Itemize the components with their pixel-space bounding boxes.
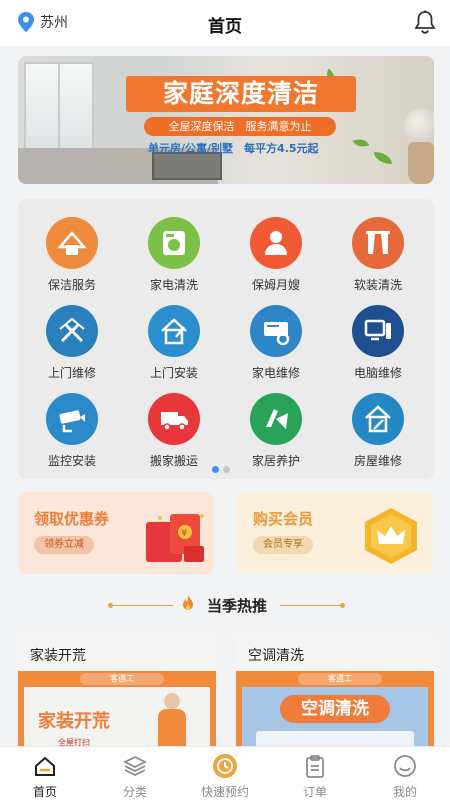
- red-envelope-icon: ¥: [146, 514, 204, 562]
- section-title: 当季热推: [207, 597, 268, 615]
- service-item-3[interactable]: 保姆月嫂: [224, 217, 328, 293]
- computer-icon: [352, 305, 404, 357]
- service-label: 电脑维修: [353, 366, 402, 380]
- service-label: 软装清洗: [353, 278, 402, 292]
- service-item-4[interactable]: 软装清洗: [326, 217, 430, 293]
- layers-icon: [122, 753, 148, 779]
- feature-card-ac-cleaning[interactable]: 空调清洗 客遇工 空调清洗: [236, 633, 434, 750]
- service-item-10[interactable]: 搬家搬运: [122, 393, 226, 469]
- appliance-repair-icon: [250, 305, 302, 357]
- banner-oven-graphic: [152, 152, 222, 180]
- page-title: 首页: [208, 17, 242, 37]
- worker-figure: [154, 693, 190, 750]
- membership-title: 购买会员: [253, 510, 314, 528]
- nanny-icon: [250, 217, 302, 269]
- install-icon: [148, 305, 200, 357]
- nav-label: 分类: [122, 785, 147, 799]
- service-label: 保洁服务: [47, 278, 96, 292]
- service-label: 上门维修: [47, 366, 96, 380]
- feature-title: 家装开荒: [30, 648, 86, 664]
- clock-icon: [212, 753, 238, 779]
- repair-tools-icon: [46, 305, 98, 357]
- feature-image: 客遇工 家装开荒 全屋打扫: [18, 671, 216, 750]
- home-icon: [32, 753, 58, 779]
- profile-icon: [392, 753, 418, 779]
- camera-icon: [46, 393, 98, 445]
- service-grid: 保洁服务 家电清洗 保姆月嫂 软装清洗上门维修 上门安装 家电维修 电脑维修监控安装 搬家搬运…: [18, 199, 434, 479]
- house-repair-icon: [352, 393, 404, 445]
- service-item-8[interactable]: 电脑维修: [326, 305, 430, 381]
- coupon-card[interactable]: 领取优惠券 领券立减 ¥: [18, 492, 214, 574]
- service-item-9[interactable]: 监控安装: [20, 393, 124, 469]
- service-item-6[interactable]: 上门安装: [122, 305, 226, 381]
- notification-bell-icon[interactable]: [414, 10, 436, 34]
- feature-card-renovation-cleaning[interactable]: 家装开荒 客遇工 家装开荒 全屋打扫: [18, 633, 216, 750]
- cleaning-icon: [46, 217, 98, 269]
- crown-badge-icon: [365, 508, 417, 564]
- feature-title: 空调清洗: [248, 648, 304, 664]
- coupon-title: 领取优惠券: [34, 510, 110, 528]
- service-item-12[interactable]: 房屋维修: [326, 393, 430, 469]
- membership-card[interactable]: 购买会员 会员专享: [237, 492, 433, 574]
- feature-image: 客遇工 空调清洗: [236, 671, 434, 750]
- truck-icon: [148, 393, 200, 445]
- service-label: 监控安装: [47, 454, 96, 468]
- service-label: 房屋维修: [353, 454, 402, 468]
- nav-label: 首页: [32, 785, 57, 799]
- banner-subtitle: 全屋深度保洁 服务满意为止: [144, 117, 336, 136]
- service-label: 家居养护: [251, 454, 300, 468]
- service-item-2[interactable]: 家电清洗: [122, 217, 226, 293]
- feature-image-text: 家装开荒: [38, 711, 110, 732]
- washer-icon: [148, 217, 200, 269]
- clipboard-icon: [302, 753, 328, 779]
- coupon-button[interactable]: 领券立减: [34, 536, 94, 554]
- nav-item-1[interactable]: 首页: [0, 753, 90, 800]
- service-item-7[interactable]: 家电维修: [224, 305, 328, 381]
- promo-banner[interactable]: 家庭深度清洁 全屋深度保洁 服务满意为止 单元房/公寓/别墅 每平方4.5元起: [18, 56, 434, 184]
- service-label: 搬家搬运: [149, 454, 198, 468]
- nav-item-2[interactable]: 分类: [90, 753, 180, 800]
- nav-label: 快速预约: [200, 785, 249, 799]
- service-label: 家电清洗: [149, 278, 198, 292]
- curtain-icon: [352, 217, 404, 269]
- section-header: 当季热推: [0, 592, 450, 618]
- feature-badge: 客遇工: [80, 673, 164, 685]
- service-label: 家电维修: [251, 366, 300, 380]
- service-item-5[interactable]: 上门维修: [20, 305, 124, 381]
- nav-item-4[interactable]: 订单: [270, 753, 360, 800]
- nav-label: 订单: [302, 785, 327, 799]
- service-label: 上门安装: [149, 366, 198, 380]
- banner-title: 家庭深度清洁: [126, 76, 356, 112]
- nav-item-3[interactable]: 快速预约: [180, 753, 270, 800]
- banner-vase-graphic: [404, 108, 434, 184]
- service-item-11[interactable]: 家居养护: [224, 393, 328, 469]
- svg-text:¥: ¥: [181, 528, 187, 539]
- banner-leaf-decoration: [374, 152, 392, 164]
- feature-image-text: 空调清洗: [280, 695, 390, 723]
- nav-item-5[interactable]: 我的: [360, 753, 450, 800]
- furniture-care-icon: [250, 393, 302, 445]
- banner-price-line: 单元房/公寓/别墅 每平方4.5元起: [148, 142, 319, 155]
- top-bar: 苏州 首页: [0, 0, 450, 46]
- service-item-1[interactable]: 保洁服务: [20, 217, 124, 293]
- bottom-nav: 首页 分类 快速预约 订单 我的: [0, 746, 450, 800]
- nav-label: 我的: [392, 785, 417, 799]
- membership-button[interactable]: 会员专享: [253, 536, 313, 554]
- banner-leaf-decoration: [352, 135, 370, 151]
- fire-icon: [183, 595, 193, 610]
- service-label: 保姆月嫂: [251, 278, 300, 292]
- feature-badge: 客遇工: [298, 673, 382, 685]
